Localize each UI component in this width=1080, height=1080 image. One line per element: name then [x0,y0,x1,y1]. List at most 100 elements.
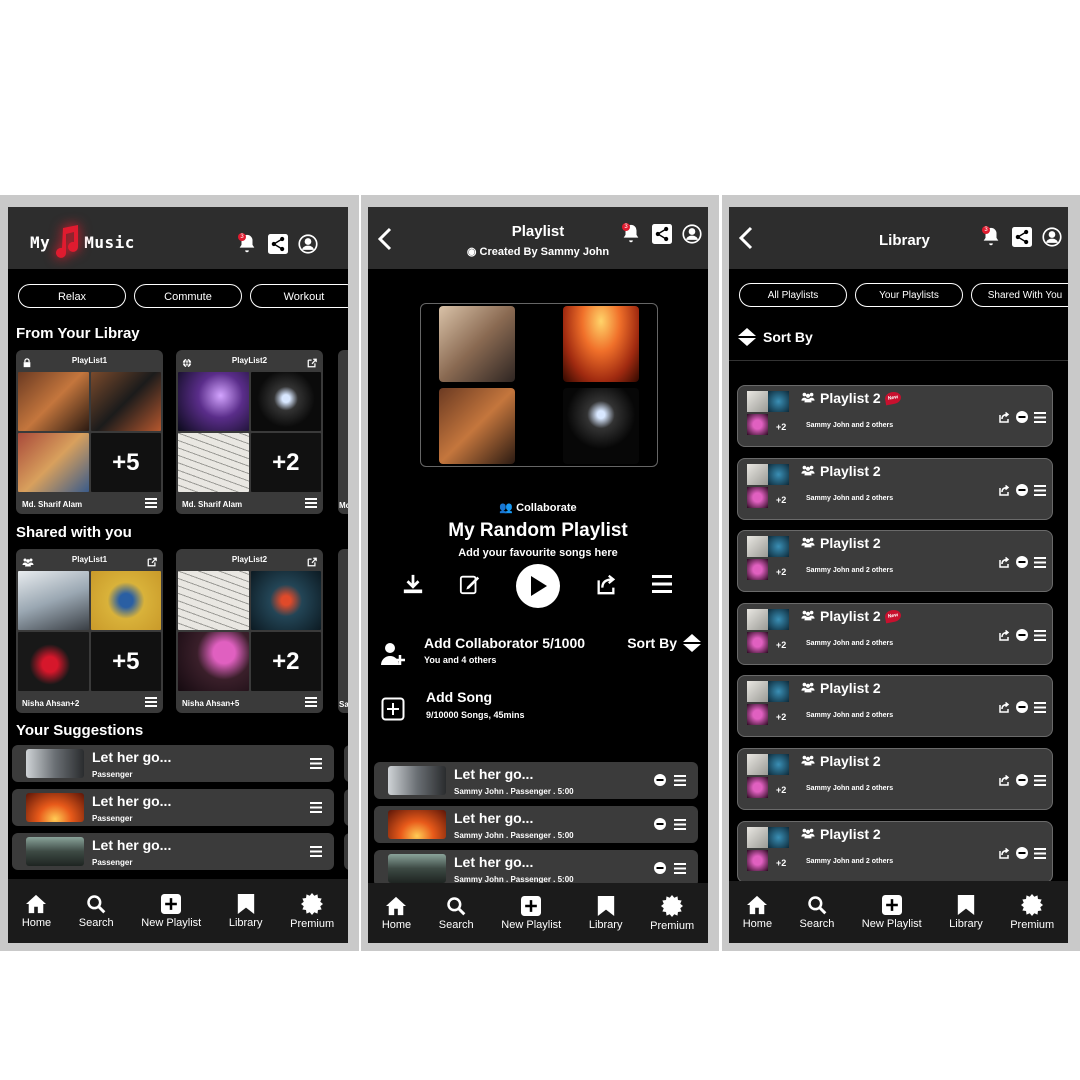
sort-by-control[interactable]: Sort By [627,633,702,653]
menu-icon[interactable] [652,574,672,598]
playlist-owners: Sammy John and 2 others [806,639,894,647]
share-arrow-icon[interactable] [998,628,1010,646]
remove-icon[interactable] [654,773,666,791]
remove-icon[interactable] [1016,628,1028,646]
nav-library[interactable]: Library [589,895,622,931]
shared-card[interactable]: PlayList1 +5 Nisha Ahsan+2 [16,549,163,713]
nav-home[interactable]: Home [22,894,51,929]
suggestion-item[interactable]: Let her go... Passenger [12,789,334,826]
add-song-label[interactable]: Add Song [426,689,492,705]
download-icon[interactable] [402,573,424,600]
suggestion-item[interactable]: Let her go... Passenger [12,745,334,782]
menu-icon[interactable] [310,756,322,774]
chip-relax[interactable]: Relax [18,284,126,308]
edit-icon[interactable] [459,573,481,600]
nav-search[interactable]: Search [439,896,474,931]
share-icon[interactable] [652,224,672,244]
menu-icon[interactable] [145,498,157,510]
menu-icon[interactable] [674,817,686,835]
menu-icon[interactable] [674,773,686,791]
menu-icon[interactable] [1034,555,1046,573]
album-art [178,372,249,431]
play-button[interactable] [516,564,560,608]
share-arrow-icon[interactable] [998,410,1010,428]
nav-home[interactable]: Home [743,895,772,930]
chip-your-playlists[interactable]: Your Playlists [855,283,963,307]
add-collaborator-label[interactable]: Add Collaborator 5/1000 [424,635,585,651]
add-song-icon[interactable] [381,697,405,726]
remove-icon[interactable] [1016,846,1028,864]
more-count: +5 [90,433,161,492]
share-arrow-icon[interactable] [998,483,1010,501]
profile-icon[interactable] [682,224,702,244]
menu-icon[interactable] [674,861,686,879]
playlist-song[interactable]: Let her go... Sammy John . Passenger . 5… [374,762,698,799]
library-playlist-row[interactable]: +2 Playlist 2 Sammy John and 2 others [737,530,1053,593]
profile-icon[interactable] [298,234,318,254]
playlist-song[interactable]: Let her go... Sammy John . Passenger . 5… [374,850,698,887]
nav-new-playlist[interactable]: New Playlist [862,894,922,930]
chip-shared-with-you[interactable]: Shared With You [971,283,1068,307]
nav-library[interactable]: Library [229,893,262,929]
notification-bell-icon[interactable]: 3 [236,233,258,255]
sort-by-control[interactable]: Sort By [737,327,813,347]
remove-icon[interactable] [1016,483,1028,501]
library-playlist-row[interactable]: +2 Playlist 2 Sammy John and 2 others [737,820,1053,883]
menu-icon[interactable] [1034,410,1046,428]
library-playlist-row[interactable]: +2 Playlist 2 New Sammy John and 2 others [737,602,1053,665]
notification-bell-icon[interactable]: 3 [980,226,1002,248]
share-arrow-icon[interactable] [998,773,1010,791]
share-arrow-icon[interactable] [595,573,617,600]
menu-icon[interactable] [1034,773,1046,791]
shared-card[interactable]: PlayList2 +2 Nisha Ahsan+5 [176,549,323,713]
nav-new-playlist[interactable]: New Playlist [141,893,201,929]
share-icon[interactable] [268,234,288,254]
nav-home[interactable]: Home [382,896,411,931]
library-playlist-row[interactable]: +2 Playlist 2 Sammy John and 2 others [737,748,1053,810]
menu-icon[interactable] [1034,846,1046,864]
remove-icon[interactable] [1016,410,1028,428]
library-playlist-row[interactable]: +2 Playlist 2 New Sammy John and 2 others [737,385,1053,447]
library-playlist-row[interactable]: +2 Playlist 2 Sammy John and 2 others [737,675,1053,738]
notification-bell-icon[interactable]: 3 [620,223,642,245]
album-art [747,559,768,581]
nav-library[interactable]: Library [949,894,983,930]
menu-icon[interactable] [310,844,322,862]
share-icon[interactable] [1012,227,1032,247]
share-arrow-icon[interactable] [998,846,1010,864]
share-arrow-icon[interactable] [998,555,1010,573]
nav-new-playlist[interactable]: New Playlist [501,895,561,931]
sort-icon [738,328,756,346]
share-arrow-icon[interactable] [998,700,1010,718]
nav-search[interactable]: Search [79,894,114,929]
remove-icon[interactable] [1016,773,1028,791]
menu-icon[interactable] [1034,628,1046,646]
nav-premium[interactable]: Premium [1010,893,1054,931]
playlist-song[interactable]: Let her go... Sammy John . Passenger . 5… [374,806,698,843]
add-collaborator-icon[interactable] [380,641,406,672]
nav-search[interactable]: Search [800,895,834,930]
menu-icon[interactable] [1034,483,1046,501]
chip-commute[interactable]: Commute [134,284,242,308]
remove-icon[interactable] [1016,555,1028,573]
remove-icon[interactable] [654,861,666,879]
menu-icon[interactable] [310,800,322,818]
nav-premium[interactable]: Premium [650,894,694,932]
collaborate-label[interactable]: 👥 Collaborate [368,501,708,514]
suggestion-item[interactable]: Let her go... Passenger [12,833,334,870]
remove-icon[interactable] [1016,700,1028,718]
library-card[interactable]: PlayList2 +2 Md. Sharif Alam [176,350,323,514]
back-arrow-icon[interactable] [737,226,755,255]
song-thumbnail [388,810,446,839]
library-playlist-row[interactable]: +2 Playlist 2 Sammy John and 2 others [737,457,1053,520]
chip-all-playlists[interactable]: All Playlists [739,283,847,307]
chip-workout[interactable]: Workout [250,284,348,308]
library-card[interactable]: PlayList1 +5 Md. Sharif Alam [16,350,163,514]
remove-icon[interactable] [654,817,666,835]
menu-icon[interactable] [145,697,157,709]
menu-icon[interactable] [1034,700,1046,718]
profile-icon[interactable] [1042,227,1062,247]
nav-premium[interactable]: Premium [290,892,334,930]
menu-icon[interactable] [305,498,317,510]
menu-icon[interactable] [305,697,317,709]
